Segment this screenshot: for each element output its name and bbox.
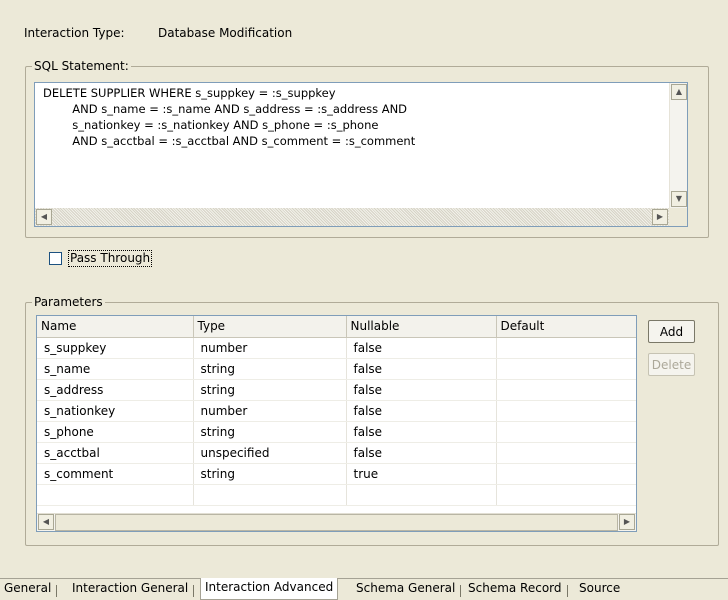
interaction-type-value: Database Modification [158, 26, 293, 40]
scroll-up-arrow-icon[interactable]: ▲ [671, 84, 687, 100]
cell-name[interactable]: s_address [37, 379, 194, 401]
sql-vertical-scrollbar[interactable]: ▲ ▼ [669, 83, 687, 208]
cell-name[interactable]: s_phone [37, 421, 194, 443]
cell-name[interactable]: s_acctbal [37, 442, 194, 464]
cell-nullable[interactable]: false [346, 337, 497, 359]
tab-source[interactable]: Source [575, 579, 624, 599]
cell-name[interactable]: s_name [37, 358, 194, 380]
pass-through-checkbox[interactable] [49, 252, 62, 265]
scroll-right-arrow-icon[interactable]: ▶ [619, 514, 635, 530]
cell-type[interactable]: number [193, 337, 347, 359]
cell-empty[interactable] [37, 484, 194, 506]
table-row[interactable]: s_suppkey number false [37, 337, 636, 359]
scroll-corner [669, 208, 687, 226]
pass-through-label[interactable]: Pass Through [68, 250, 153, 267]
cell-default[interactable] [496, 400, 636, 422]
cell-empty[interactable] [346, 484, 497, 506]
table-header-row: Name Type Nullable Default [37, 316, 636, 338]
cell-nullable[interactable]: false [346, 379, 497, 401]
parameters-table[interactable]: Name Type Nullable Default s_suppkey num… [36, 315, 637, 532]
column-header-type[interactable]: Type [193, 316, 347, 338]
tab-schema-general[interactable]: Schema General [352, 579, 462, 599]
scroll-left-arrow-icon[interactable]: ◀ [36, 209, 52, 225]
table-horizontal-scrollbar[interactable]: ◀ ▶ [37, 513, 636, 531]
table-row[interactable]: s_nationkey number false [37, 400, 636, 422]
cell-default[interactable] [496, 442, 636, 464]
cell-type[interactable]: string [193, 358, 347, 380]
table-row[interactable]: s_comment string true [37, 463, 636, 485]
cell-default[interactable] [496, 463, 636, 485]
scroll-left-arrow-icon[interactable]: ◀ [38, 514, 54, 530]
tab-interaction-general[interactable]: Interaction General [68, 579, 195, 599]
cell-default[interactable] [496, 421, 636, 443]
cell-name[interactable]: s_suppkey [37, 337, 194, 359]
tab-general[interactable]: General [0, 579, 58, 599]
cell-default[interactable] [496, 379, 636, 401]
cell-empty[interactable] [193, 484, 347, 506]
table-row[interactable]: s_name string false [37, 358, 636, 380]
sql-horizontal-scrollbar[interactable]: ◀ ▶ [35, 208, 669, 226]
sql-statement-textarea[interactable]: DELETE SUPPLIER WHERE s_suppkey = :s_sup… [34, 82, 688, 227]
column-header-nullable[interactable]: Nullable [346, 316, 497, 338]
tab-schema-record[interactable]: Schema Record [464, 579, 568, 599]
scroll-down-arrow-icon[interactable]: ▼ [671, 191, 687, 207]
column-header-name[interactable]: Name [37, 316, 194, 338]
cell-type[interactable]: string [193, 463, 347, 485]
cell-type[interactable]: string [193, 379, 347, 401]
cell-empty[interactable] [496, 484, 636, 506]
table-row[interactable]: s_acctbal unspecified false [37, 442, 636, 464]
interaction-type-label: Interaction Type: [24, 26, 125, 40]
tab-interaction-advanced[interactable]: Interaction Advanced [200, 578, 339, 600]
sql-statement-title: SQL Statement: [32, 58, 131, 74]
cell-default[interactable] [496, 358, 636, 380]
cell-default[interactable] [496, 337, 636, 359]
parameters-title: Parameters [32, 294, 105, 310]
cell-nullable[interactable]: false [346, 442, 497, 464]
scrollbar-thumb[interactable] [55, 514, 618, 531]
cell-nullable[interactable]: false [346, 358, 497, 380]
tab-bar: General Interaction General Interaction … [0, 578, 728, 600]
cell-name[interactable]: s_comment [37, 463, 194, 485]
cell-nullable[interactable]: true [346, 463, 497, 485]
column-header-default[interactable]: Default [496, 316, 636, 338]
cell-type[interactable]: number [193, 400, 347, 422]
cell-nullable[interactable]: false [346, 400, 497, 422]
cell-type[interactable]: unspecified [193, 442, 347, 464]
cell-type[interactable]: string [193, 421, 347, 443]
cell-nullable[interactable]: false [346, 421, 497, 443]
table-row[interactable]: s_address string false [37, 379, 636, 401]
cell-name[interactable]: s_nationkey [37, 400, 194, 422]
add-button[interactable]: Add [648, 320, 695, 343]
sql-statement-text[interactable]: DELETE SUPPLIER WHERE s_suppkey = :s_sup… [37, 85, 667, 206]
delete-button[interactable]: Delete [648, 353, 695, 376]
table-row-empty[interactable] [37, 484, 636, 506]
table-row[interactable]: s_phone string false [37, 421, 636, 443]
scroll-right-arrow-icon[interactable]: ▶ [652, 209, 668, 225]
